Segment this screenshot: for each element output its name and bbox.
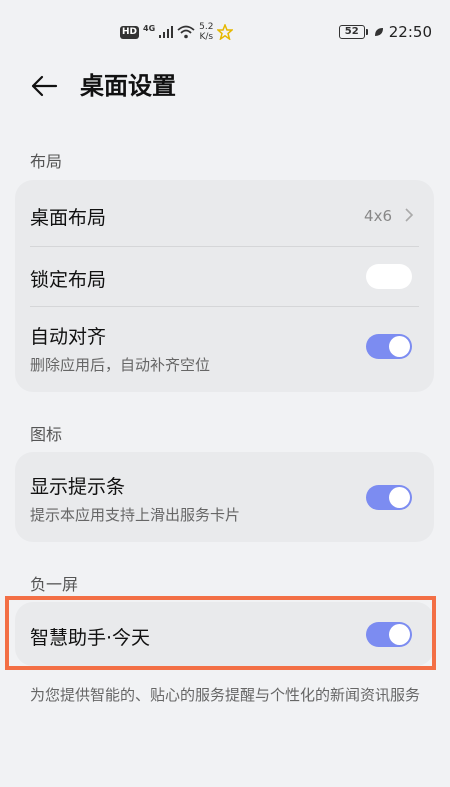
network-type: 4G: [143, 23, 156, 33]
network-speed: 5.2 K/s: [199, 22, 213, 42]
star-icon: [217, 24, 234, 40]
arrow-left-icon: [31, 75, 58, 97]
show-hint-bar-label: 显示提示条: [30, 476, 126, 498]
speed-value: 5.2: [199, 22, 214, 32]
show-hint-bar-row: 显示提示条 提示本应用支持上滑出服务卡片: [15, 452, 434, 542]
clock: 22:50: [388, 23, 432, 41]
back-button[interactable]: [28, 70, 60, 102]
hd-badge: HD: [120, 25, 140, 39]
layout-card: 桌面布局 4x6 锁定布局 自动对齐 删除应用后，自动补齐空位: [15, 180, 434, 392]
lock-layout-row: 锁定布局: [15, 246, 434, 306]
desktop-layout-value: 4x6: [364, 207, 392, 225]
auto-align-row: 自动对齐 删除应用后，自动补齐空位: [15, 306, 434, 392]
wifi-icon: [177, 25, 195, 39]
show-hint-bar-desc: 提示本应用支持上滑出服务卡片: [30, 506, 241, 524]
header: 桌面设置: [0, 64, 450, 108]
minus-one-desc: 为您提供智能的、贴心的服务提醒与个性化的新闻资讯服务: [30, 686, 421, 704]
auto-align-desc: 删除应用后，自动补齐空位: [30, 356, 211, 374]
desktop-layout-label: 桌面布局: [30, 207, 107, 229]
chevron-right-icon: [405, 208, 414, 222]
toggle-knob: [389, 336, 410, 357]
desktop-layout-row[interactable]: 桌面布局 4x6: [15, 180, 434, 246]
toggle-knob: [368, 266, 389, 287]
auto-align-toggle[interactable]: [366, 334, 412, 359]
toggle-knob: [389, 487, 410, 508]
section-title-icons: 图标: [30, 425, 63, 444]
status-indicators: HD 4G 5.2 K/s: [120, 20, 234, 44]
status-bar: HD 4G 5.2 K/s 52 22:50: [0, 0, 450, 64]
page-title: 桌面设置: [80, 72, 176, 100]
speed-unit: K/s: [199, 32, 214, 42]
signal-icon: [159, 26, 174, 38]
lock-layout-label: 锁定布局: [30, 269, 107, 291]
battery-icon: 52: [338, 25, 368, 39]
section-title-minus-one: 负一屏: [30, 575, 79, 594]
highlight-box: [5, 596, 436, 670]
icons-card: 显示提示条 提示本应用支持上滑出服务卡片: [15, 452, 434, 542]
auto-align-label: 自动对齐: [30, 326, 107, 348]
leaf-icon: [374, 28, 383, 36]
status-right: 52 22:50: [338, 20, 432, 44]
show-hint-bar-toggle[interactable]: [366, 485, 412, 510]
section-title-layout: 布局: [30, 152, 63, 171]
lock-layout-toggle[interactable]: [366, 264, 412, 289]
